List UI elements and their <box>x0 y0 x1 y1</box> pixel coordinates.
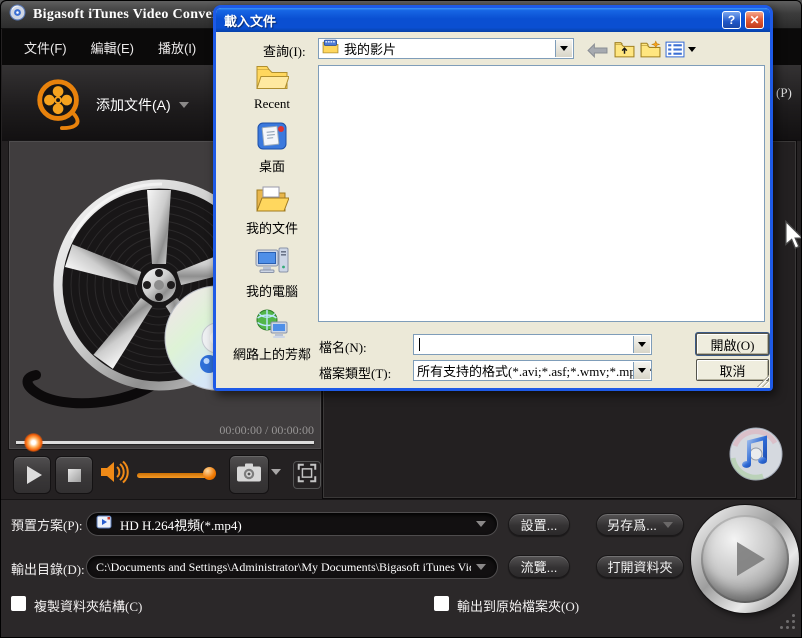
menu-item[interactable]: 文件(F) <box>24 38 67 57</box>
convert-play-icon <box>737 542 765 576</box>
file-type-label: 檔案類型(T): <box>319 363 391 382</box>
preset-combo[interactable]: HD H.264視頻(*.mp4) <box>86 512 498 536</box>
file-type-combo[interactable]: 所有支持的格式(*.avi;*.asf;*.wmv;*.mp4;*.m <box>413 360 652 381</box>
file-list[interactable] <box>318 65 765 322</box>
play-button[interactable] <box>13 456 51 494</box>
copy-structure-label: 複製資料夾結構(C) <box>34 596 142 615</box>
fullscreen-icon <box>296 462 318 489</box>
add-file-label: 添加文件(A) <box>96 95 171 115</box>
output-dir-combo[interactable]: C:\Documents and Settings\Administrator\… <box>86 555 498 579</box>
play-icon <box>27 466 42 484</box>
place-item[interactable]: 網路上的芳鄰 <box>226 309 318 363</box>
place-label: 我的文件 <box>246 218 298 237</box>
look-in-dropdown-button[interactable] <box>555 40 572 57</box>
output-dir-value: C:\Documents and Settings\Administrator\… <box>96 560 471 575</box>
settings-button[interactable]: 設置... <box>508 513 570 536</box>
cancel-button-label: 取消 <box>719 361 745 380</box>
place-item[interactable]: 桌面 <box>226 121 318 175</box>
browse-button[interactable]: 流覽... <box>508 555 570 578</box>
back-arrow-icon[interactable] <box>587 43 608 58</box>
seek-thumb[interactable] <box>24 433 43 452</box>
desktop-icon <box>256 121 288 155</box>
my-computer-icon <box>255 246 289 280</box>
app-icon <box>9 4 26 26</box>
time-display: 00:00:00 / 00:00:00 <box>219 423 314 438</box>
snapshot-menu-icon[interactable] <box>271 469 281 475</box>
open-folder-button[interactable]: 打開資料夾 <box>596 555 684 578</box>
load-file-dialog: 載入文件 ? ✕ 查詢(I): 我的影片 Recent 桌面我的文件我的電腦網路上… <box>213 5 773 391</box>
file-type-value: 所有支持的格式(*.avi;*.asf;*.wmv;*.mp4;*.m <box>417 361 651 380</box>
menu-item[interactable]: 播放(I) <box>158 38 196 57</box>
place-item[interactable]: 我的電腦 <box>226 246 318 300</box>
view-menu-caret-icon[interactable] <box>688 47 696 52</box>
settings-label: 設置... <box>521 515 558 534</box>
chevron-down-icon <box>476 564 486 570</box>
view-menu-icon[interactable] <box>665 41 685 58</box>
places-bar: Recent 桌面我的文件我的電腦網路上的芳鄰 <box>226 62 318 363</box>
place-label: Recent <box>254 96 290 112</box>
look-in-combo[interactable]: 我的影片 <box>318 38 574 59</box>
my-documents-icon <box>255 184 289 217</box>
my-videos-icon <box>322 39 339 58</box>
speaker-icon[interactable] <box>99 459 129 490</box>
convert-button[interactable] <box>691 505 799 613</box>
copy-structure-checkbox[interactable] <box>11 596 26 611</box>
help-button[interactable]: ? <box>722 11 741 29</box>
itunes-watermark-icon <box>727 426 785 487</box>
file-name-combo[interactable] <box>413 334 652 355</box>
place-label: 我的電腦 <box>246 281 298 300</box>
up-folder-icon[interactable] <box>614 40 635 58</box>
preset-value: HD H.264視頻(*.mp4) <box>120 515 242 534</box>
add-file-button[interactable]: 添加文件(A) <box>96 95 189 115</box>
dialog-body: 查詢(I): 我的影片 Recent 桌面我的文件我的電腦網路上的芳鄰 檔名(N)… <box>216 32 770 388</box>
open-button-label: 開啟(O) <box>710 335 754 354</box>
place-item[interactable]: Recent <box>226 62 318 112</box>
place-item[interactable]: 我的文件 <box>226 184 318 237</box>
window-title: Bigasoft iTunes Video Converter <box>33 7 237 23</box>
browse-label: 流覽... <box>521 557 558 576</box>
output-dir-label: 輸出目錄(D): <box>11 559 85 578</box>
resize-grip[interactable] <box>781 615 795 629</box>
open-folder-label: 打開資料夾 <box>607 557 672 576</box>
fullscreen-button[interactable] <box>293 461 321 489</box>
camera-icon <box>236 462 262 488</box>
volume-thumb[interactable] <box>203 467 216 480</box>
look-in-value: 我的影片 <box>344 39 573 58</box>
preset-label: 預置方案(P): <box>11 515 83 534</box>
open-button[interactable]: 開啟(O) <box>696 333 769 355</box>
place-label: 桌面 <box>259 156 285 175</box>
chevron-down-icon <box>179 102 189 108</box>
new-folder-icon[interactable] <box>640 40 661 58</box>
dialog-title-bar[interactable]: 載入文件 ? ✕ <box>216 8 770 32</box>
seek-bar[interactable] <box>16 441 314 444</box>
snapshot-button[interactable] <box>229 455 269 494</box>
file-type-dropdown-button[interactable] <box>633 362 650 379</box>
app-window: Bigasoft iTunes Video Converter 文件(F) 編輯(… <box>0 0 802 638</box>
recent-folder-icon <box>255 62 289 95</box>
menu-item[interactable]: 編輯(E) <box>91 38 134 57</box>
save-as-button[interactable]: 另存爲... <box>596 513 684 536</box>
output-to-source-checkbox[interactable] <box>434 596 449 611</box>
preset-icon <box>96 514 112 535</box>
file-name-label: 檔名(N): <box>319 337 367 356</box>
toolbar-clipped-label: (P) <box>776 85 792 101</box>
network-places-icon <box>255 309 289 343</box>
dialog-title: 載入文件 <box>224 11 276 30</box>
chevron-down-icon <box>663 522 673 528</box>
convert-button-face <box>701 515 789 603</box>
film-reel-icon <box>32 75 88 136</box>
dialog-resize-grip[interactable] <box>756 374 769 387</box>
output-to-source-label: 輸出到原始檔案夾(O) <box>457 596 579 615</box>
chevron-down-icon <box>476 521 486 527</box>
text-caret <box>419 338 420 351</box>
stop-button[interactable] <box>55 456 93 494</box>
close-button[interactable]: ✕ <box>745 11 764 29</box>
place-label: 網路上的芳鄰 <box>233 344 311 363</box>
stop-icon <box>68 469 81 482</box>
file-name-dropdown-button[interactable] <box>633 336 650 353</box>
volume-slider[interactable] <box>137 473 207 478</box>
look-in-label: 查詢(I): <box>263 41 306 60</box>
bottom-bar: 預置方案(P): HD H.264視頻(*.mp4) 設置... 另存爲... … <box>1 499 802 638</box>
save-as-label: 另存爲... <box>607 515 657 534</box>
